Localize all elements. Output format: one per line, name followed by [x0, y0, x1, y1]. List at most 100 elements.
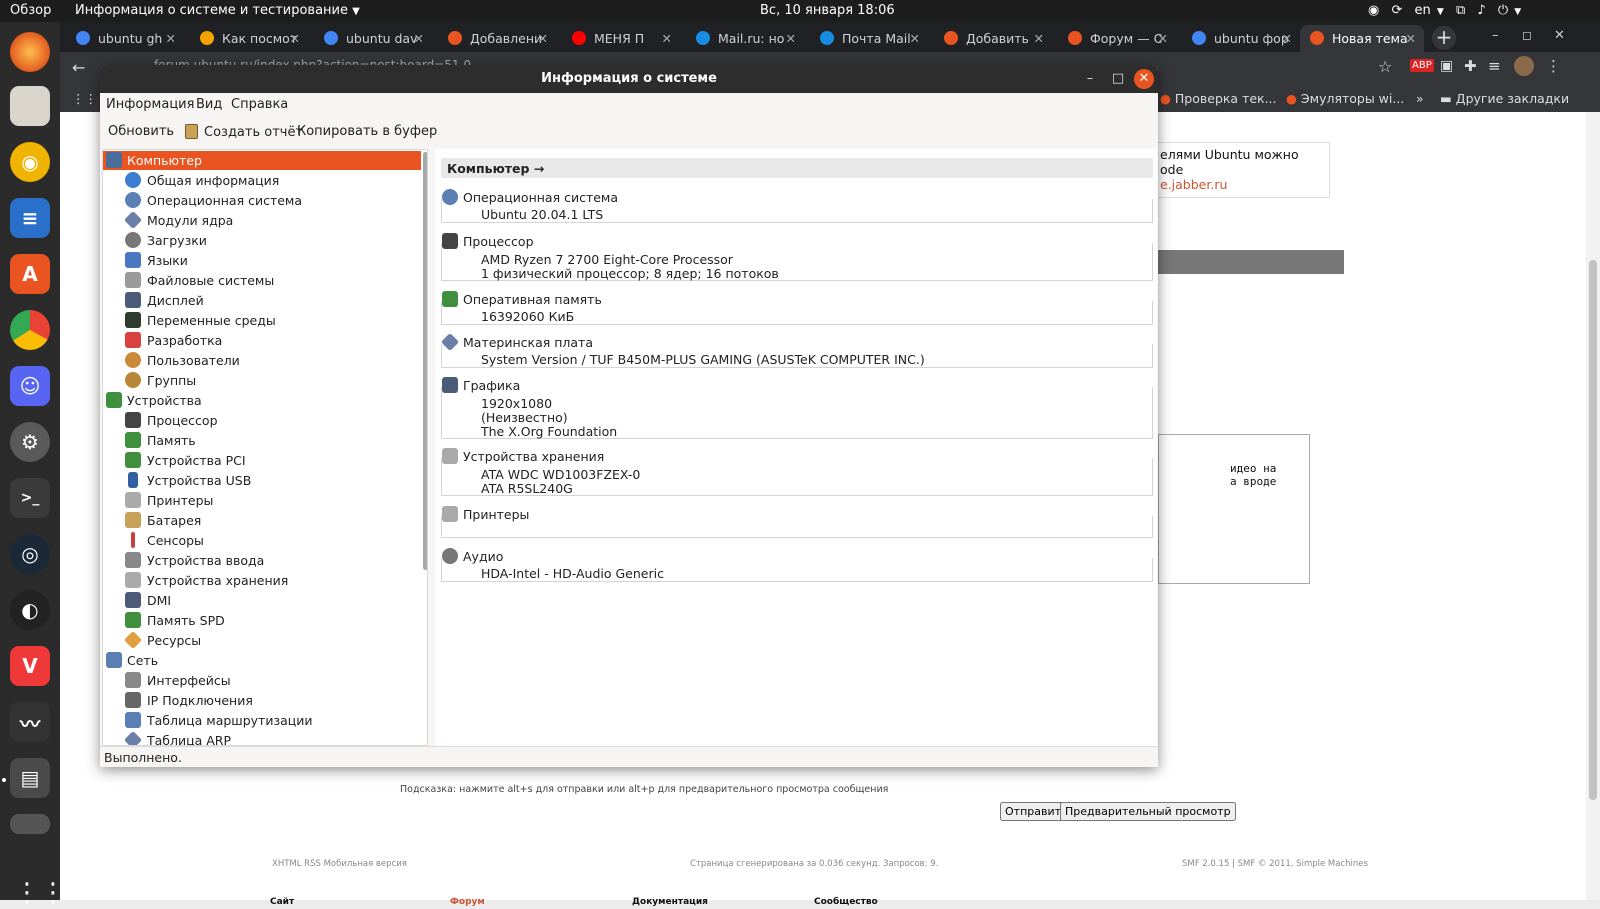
kebab-menu-icon[interactable]: ⋮: [1546, 57, 1561, 75]
tree-item-printers[interactable]: Принтеры: [103, 491, 421, 510]
create-report-button[interactable]: Создать отчёт: [185, 124, 303, 140]
close-icon[interactable]: ✕: [1282, 31, 1292, 46]
category-tree[interactable]: Компьютер Общая информация Операционная …: [102, 149, 428, 746]
browser-tab[interactable]: Как посмот ✕: [190, 25, 308, 52]
footer-copyright[interactable]: SMF 2.0.15 | SMF © 2011, Simple Machines: [1182, 859, 1368, 869]
terminal-icon[interactable]: >_: [10, 478, 50, 518]
tree-item-input-devices[interactable]: Устройства ввода: [103, 551, 421, 570]
tree-item-devices[interactable]: Устройства: [103, 391, 421, 410]
browser-tab-active[interactable]: Новая тема ✕: [1300, 25, 1424, 52]
tree-item-general-info[interactable]: Общая информация: [103, 171, 421, 190]
avatar[interactable]: [1514, 56, 1534, 76]
puzzle-icon[interactable]: ✚: [1464, 57, 1477, 75]
volume-icon[interactable]: ♪: [1477, 3, 1485, 18]
bookmark-emu[interactable]: ● Эмуляторы wi...: [1286, 91, 1404, 106]
vivaldi-icon[interactable]: V: [10, 646, 50, 686]
tree-item-kernel-modules[interactable]: Модули ядра: [103, 210, 421, 230]
power-icon[interactable]: ⏻: [1498, 3, 1508, 18]
tree-item-users[interactable]: Пользователи: [103, 351, 421, 370]
tree-item-network[interactable]: Сеть: [103, 651, 421, 670]
extension-icon[interactable]: ▣: [1440, 58, 1453, 74]
tree-item-arp[interactable]: Таблица ARP: [103, 730, 421, 745]
browser-tab[interactable]: Добавить ✕: [934, 25, 1052, 52]
steam-icon[interactable]: ◎: [10, 534, 50, 574]
close-icon[interactable]: ✕: [662, 31, 672, 46]
close-icon[interactable]: ✕: [290, 31, 300, 46]
jabber-link[interactable]: e.jabber.ru: [1160, 177, 1227, 192]
adblock-icon[interactable]: ABP: [1410, 59, 1434, 72]
show-apps-icon[interactable]: ⋮⋮: [14, 877, 66, 909]
tree-item-os[interactable]: Операционная система: [103, 191, 421, 210]
nav-site[interactable]: Сайт: [270, 897, 294, 907]
close-icon[interactable]: ✕: [910, 31, 920, 46]
tree-item-groups[interactable]: Группы: [103, 371, 421, 390]
browser-tab[interactable]: МЕНЯ П ✕: [562, 25, 680, 52]
back-icon[interactable]: ←: [72, 58, 85, 77]
tree-item-memory[interactable]: Память: [103, 431, 421, 450]
preview-button[interactable]: Предварительный просмотр: [1060, 802, 1236, 821]
lang-indicator[interactable]: en: [1415, 3, 1431, 18]
star-icon[interactable]: ☆: [1378, 57, 1392, 76]
tree-scrollbar[interactable]: [423, 152, 427, 570]
discord-tray-icon[interactable]: ◉: [1368, 3, 1379, 18]
nav-community[interactable]: Сообщество: [814, 897, 878, 907]
page-scrollbar[interactable]: [1586, 112, 1600, 900]
tree-item-usb[interactable]: Устройства USB: [103, 471, 421, 490]
other-bookmarks[interactable]: ▬ Другие закладки: [1440, 91, 1569, 106]
software-center-icon[interactable]: A: [10, 254, 50, 294]
close-window-icon[interactable]: ✕: [1554, 28, 1565, 43]
tree-item-routing[interactable]: Таблица маршрутизации: [103, 711, 421, 730]
close-button[interactable]: ✕: [1134, 69, 1154, 89]
browser-tab[interactable]: Добавлени ✕: [438, 25, 556, 52]
maximize-button[interactable]: □: [1108, 69, 1128, 89]
footer-links[interactable]: XHTML RSS Мобильная версия: [272, 859, 407, 869]
system-monitor-icon[interactable]: 〰: [10, 702, 50, 742]
close-icon[interactable]: ✕: [1034, 31, 1044, 46]
tree-item-env-vars[interactable]: Переменные среды: [103, 311, 421, 330]
maximize-icon[interactable]: ◻: [1522, 28, 1532, 42]
app-menu[interactable]: Информация о системе и тестирование ▼: [75, 3, 360, 18]
writer-icon[interactable]: ≡: [10, 198, 50, 238]
scroll-thumb[interactable]: [1589, 260, 1597, 800]
browser-tab[interactable]: Почта Mail ✕: [810, 25, 928, 52]
tree-item-interfaces[interactable]: Интерфейсы: [103, 671, 421, 690]
minimize-button[interactable]: –: [1080, 69, 1100, 89]
close-icon[interactable]: ✕: [786, 31, 796, 46]
activities-button[interactable]: Обзор: [10, 3, 51, 18]
window-titlebar[interactable]: Информация о системе – □ ✕: [100, 65, 1158, 93]
rhythmbox-icon[interactable]: ◉: [10, 142, 50, 182]
obs-icon[interactable]: ◐: [10, 590, 50, 630]
bookmarks-more[interactable]: »: [1416, 91, 1424, 106]
browser-tab[interactable]: Форум — С ✕: [1058, 25, 1176, 52]
firefox-icon[interactable]: [10, 32, 50, 72]
close-icon[interactable]: ✕: [166, 31, 176, 46]
menu-info[interactable]: Информация: [106, 97, 194, 112]
tree-item-storage[interactable]: Устройства хранения: [103, 571, 421, 590]
tree-item-sensors[interactable]: Сенсоры: [103, 531, 421, 550]
tree-item-dmi[interactable]: DMI: [103, 591, 421, 610]
tree-item-ip-connections[interactable]: IP Подключения: [103, 691, 421, 710]
clock[interactable]: Вс, 10 января 18:06: [760, 3, 895, 18]
menu-help[interactable]: Справка: [231, 97, 288, 112]
nav-docs[interactable]: Документация: [632, 897, 708, 907]
network-icon[interactable]: ⧉: [1456, 3, 1465, 18]
tree-item-resources[interactable]: Ресурсы: [103, 630, 421, 650]
reading-list-icon[interactable]: ≡: [1488, 57, 1501, 75]
tree-item-processor[interactable]: Процессор: [103, 411, 421, 430]
tree-item-display[interactable]: Дисплей: [103, 291, 421, 310]
tree-item-boots[interactable]: Загрузки: [103, 231, 421, 250]
tree-item-spd[interactable]: Память SPD: [103, 611, 421, 630]
browser-tab[interactable]: ubuntu gh ✕: [66, 25, 184, 52]
close-icon[interactable]: ✕: [1406, 31, 1416, 46]
browser-tab[interactable]: ubuntu фор ✕: [1182, 25, 1300, 52]
discord-icon[interactable]: ☺: [10, 366, 50, 406]
browser-tab[interactable]: Mail.ru: но ✕: [686, 25, 804, 52]
minimize-icon[interactable]: –: [1492, 28, 1499, 43]
sync-tray-icon[interactable]: ⟳: [1391, 3, 1402, 18]
message-textarea[interactable]: [1158, 434, 1310, 584]
tree-item-development[interactable]: Разработка: [103, 331, 421, 350]
tree-item-battery[interactable]: Батарея: [103, 511, 421, 530]
close-icon[interactable]: ✕: [1158, 31, 1168, 46]
files-icon[interactable]: [10, 86, 50, 126]
close-icon[interactable]: ✕: [538, 31, 548, 46]
